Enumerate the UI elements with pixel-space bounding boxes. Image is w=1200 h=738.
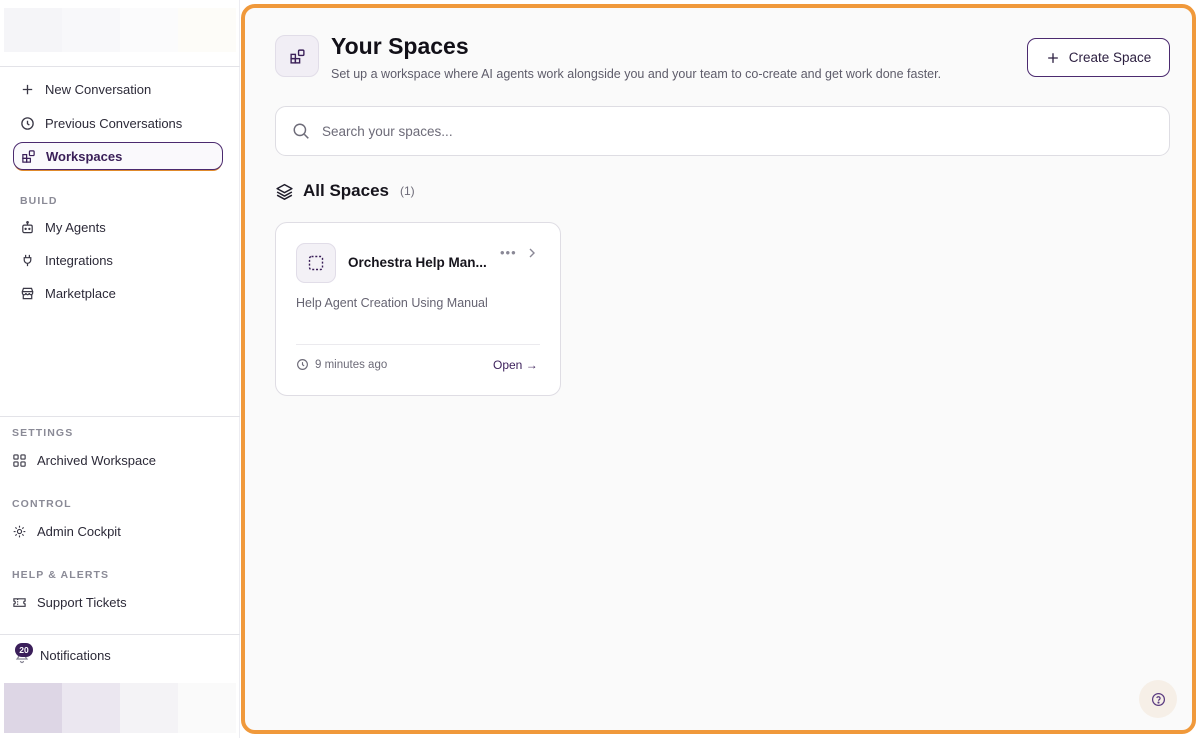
- search-input[interactable]: [322, 123, 1142, 139]
- sidebar-item-label: Archived Workspace: [37, 452, 156, 468]
- section-label-control: CONTROL: [12, 498, 72, 510]
- logo: [4, 8, 236, 52]
- card-divider: [296, 344, 540, 345]
- timestamp-text: 9 minutes ago: [315, 358, 388, 371]
- plus-icon: [1047, 52, 1058, 63]
- space-card-description: Help Agent Creation Using Manual: [296, 296, 488, 310]
- sidebar-item-previous-conversations[interactable]: Previous Conversations: [13, 109, 223, 137]
- all-spaces-heading: All Spaces (1): [275, 181, 415, 201]
- bell-icon: 20: [12, 643, 33, 665]
- sidebar-item-label: New Conversation: [45, 81, 152, 97]
- create-space-button[interactable]: Create Space: [1027, 38, 1170, 77]
- all-spaces-count: (1): [400, 184, 415, 198]
- more-options-icon[interactable]: •••: [500, 245, 517, 260]
- main-panel: Your Spaces Set up a workspace where AI …: [241, 4, 1196, 734]
- help-icon: [1151, 692, 1165, 706]
- page-subtitle: Set up a workspace where AI agents work …: [331, 67, 942, 81]
- workspaces-icon: [22, 149, 35, 163]
- page-title: Your Spaces: [331, 33, 469, 59]
- ticket-icon: [13, 597, 26, 607]
- sidebar-item-support-tickets[interactable]: Support Tickets: [12, 590, 227, 614]
- sidebar-item-label: Previous Conversations: [45, 115, 183, 131]
- plug-icon: [23, 254, 32, 266]
- space-card-title: Orchestra Help Man...: [348, 255, 487, 270]
- section-label-settings: SETTINGS: [12, 427, 74, 439]
- sidebar: New Conversation Previous Conversations …: [0, 0, 240, 738]
- sidebar-item-new-conversation[interactable]: New Conversation: [13, 75, 223, 103]
- create-space-label: Create Space: [1068, 50, 1152, 65]
- help-button[interactable]: [1139, 680, 1177, 718]
- notification-count-badge: 20: [15, 643, 33, 657]
- sidebar-item-integrations[interactable]: Integrations: [13, 246, 223, 274]
- sidebar-item-my-agents[interactable]: My Agents: [13, 213, 223, 241]
- robot-icon: [22, 220, 33, 233]
- space-placeholder-icon: [296, 243, 336, 283]
- chevron-right-icon[interactable]: [526, 247, 538, 259]
- sidebar-item-label: Support Tickets: [37, 594, 127, 610]
- search-bar[interactable]: [275, 106, 1170, 156]
- space-card[interactable]: Orchestra Help Man... ••• Help Agent Cre…: [275, 222, 561, 396]
- plus-icon: [22, 84, 33, 94]
- gear-icon: [13, 525, 26, 537]
- spaces-icon: [275, 35, 319, 77]
- sidebar-item-label: Workspaces: [46, 148, 123, 164]
- all-spaces-title: All Spaces: [303, 181, 389, 200]
- sidebar-item-archived-workspace[interactable]: Archived Workspace: [12, 448, 227, 472]
- sidebar-item-label: Marketplace: [45, 285, 116, 301]
- search-icon: [293, 123, 309, 139]
- section-label-help-alerts: HELP & ALERTS: [12, 569, 110, 581]
- space-card-timestamp: 9 minutes ago: [296, 358, 387, 371]
- sidebar-item-label: Admin Cockpit: [37, 523, 121, 539]
- layers-icon: [276, 183, 293, 200]
- sidebar-item-label: My Agents: [45, 219, 106, 235]
- sidebar-divider: [0, 416, 240, 417]
- grid-icon: [13, 453, 26, 467]
- sidebar-item-admin-cockpit[interactable]: Admin Cockpit: [12, 519, 227, 543]
- notifications-label: Notifications: [40, 647, 111, 663]
- sidebar-item-label: Integrations: [45, 252, 113, 268]
- sidebar-item-workspaces[interactable]: Workspaces: [13, 142, 223, 170]
- open-space-link[interactable]: Open →: [493, 358, 538, 372]
- clock-icon: [297, 359, 308, 370]
- sidebar-item-marketplace[interactable]: Marketplace: [13, 279, 223, 307]
- store-icon: [21, 287, 34, 299]
- sidebar-divider: [0, 634, 240, 635]
- clock-icon: [21, 116, 34, 130]
- sidebar-item-notifications[interactable]: 20 Notifications: [12, 643, 111, 667]
- sidebar-divider: [0, 66, 240, 67]
- section-label-build: BUILD: [20, 195, 58, 207]
- user-profile[interactable]: [4, 683, 236, 733]
